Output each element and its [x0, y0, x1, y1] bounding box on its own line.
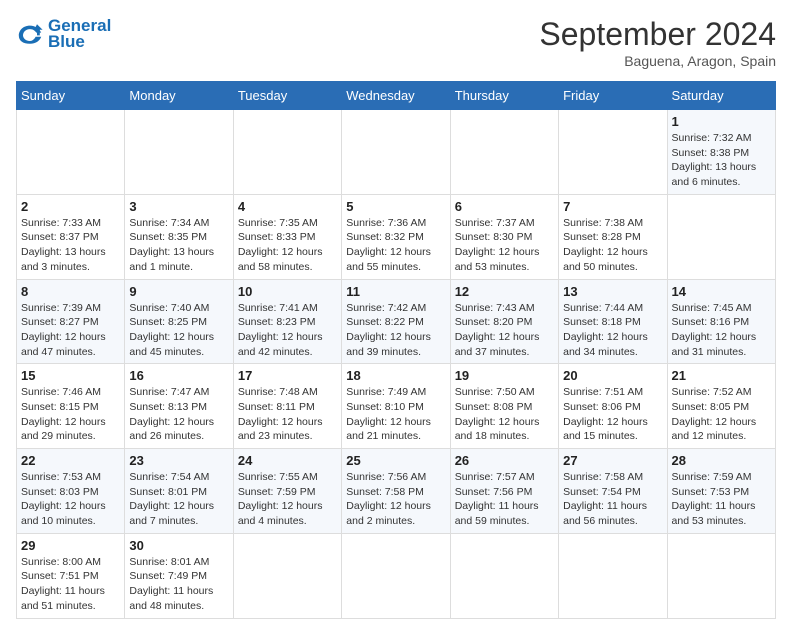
calendar-day: 24Sunrise: 7:55 AMSunset: 7:59 PMDayligh… — [233, 449, 341, 534]
calendar-day: 30Sunrise: 8:01 AMSunset: 7:49 PMDayligh… — [125, 533, 233, 618]
location: Baguena, Aragon, Spain — [539, 53, 776, 69]
logo-text: General Blue — [48, 16, 111, 52]
calendar-day: 22Sunrise: 7:53 AMSunset: 8:03 PMDayligh… — [17, 449, 125, 534]
calendar-day: 8Sunrise: 7:39 AMSunset: 8:27 PMDaylight… — [17, 279, 125, 364]
calendar-week: 22Sunrise: 7:53 AMSunset: 8:03 PMDayligh… — [17, 449, 776, 534]
calendar-week: 2Sunrise: 7:33 AMSunset: 8:37 PMDaylight… — [17, 194, 776, 279]
logo: General Blue — [16, 16, 111, 52]
calendar-day — [667, 533, 775, 618]
title-block: September 2024 Baguena, Aragon, Spain — [539, 16, 776, 69]
calendar-day: 21Sunrise: 7:52 AMSunset: 8:05 PMDayligh… — [667, 364, 775, 449]
col-header-friday: Friday — [559, 82, 667, 110]
calendar-day: 9Sunrise: 7:40 AMSunset: 8:25 PMDaylight… — [125, 279, 233, 364]
empty-cell — [450, 110, 558, 195]
calendar-day: 27Sunrise: 7:58 AMSunset: 7:54 PMDayligh… — [559, 449, 667, 534]
calendar-day — [667, 194, 775, 279]
calendar-day — [342, 533, 450, 618]
col-header-monday: Monday — [125, 82, 233, 110]
calendar-day: 3Sunrise: 7:34 AMSunset: 8:35 PMDaylight… — [125, 194, 233, 279]
calendar-day: 18Sunrise: 7:49 AMSunset: 8:10 PMDayligh… — [342, 364, 450, 449]
calendar-day: 25Sunrise: 7:56 AMSunset: 7:58 PMDayligh… — [342, 449, 450, 534]
calendar-week: 8Sunrise: 7:39 AMSunset: 8:27 PMDaylight… — [17, 279, 776, 364]
calendar-day: 26Sunrise: 7:57 AMSunset: 7:56 PMDayligh… — [450, 449, 558, 534]
col-header-thursday: Thursday — [450, 82, 558, 110]
calendar-day: 2Sunrise: 7:33 AMSunset: 8:37 PMDaylight… — [17, 194, 125, 279]
calendar-day: 10Sunrise: 7:41 AMSunset: 8:23 PMDayligh… — [233, 279, 341, 364]
header-row: SundayMondayTuesdayWednesdayThursdayFrid… — [17, 82, 776, 110]
calendar-day: 28Sunrise: 7:59 AMSunset: 7:53 PMDayligh… — [667, 449, 775, 534]
calendar-day: 12Sunrise: 7:43 AMSunset: 8:20 PMDayligh… — [450, 279, 558, 364]
calendar-day: 5Sunrise: 7:36 AMSunset: 8:32 PMDaylight… — [342, 194, 450, 279]
calendar-day: 11Sunrise: 7:42 AMSunset: 8:22 PMDayligh… — [342, 279, 450, 364]
calendar-day: 19Sunrise: 7:50 AMSunset: 8:08 PMDayligh… — [450, 364, 558, 449]
calendar-day: 4Sunrise: 7:35 AMSunset: 8:33 PMDaylight… — [233, 194, 341, 279]
calendar-day: 17Sunrise: 7:48 AMSunset: 8:11 PMDayligh… — [233, 364, 341, 449]
calendar-week: 1Sunrise: 7:32 AMSunset: 8:38 PMDaylight… — [17, 110, 776, 195]
calendar-week: 15Sunrise: 7:46 AMSunset: 8:15 PMDayligh… — [17, 364, 776, 449]
calendar-day: 1Sunrise: 7:32 AMSunset: 8:38 PMDaylight… — [667, 110, 775, 195]
col-header-tuesday: Tuesday — [233, 82, 341, 110]
col-header-wednesday: Wednesday — [342, 82, 450, 110]
calendar-day: 14Sunrise: 7:45 AMSunset: 8:16 PMDayligh… — [667, 279, 775, 364]
logo-icon — [16, 20, 44, 48]
calendar-day: 20Sunrise: 7:51 AMSunset: 8:06 PMDayligh… — [559, 364, 667, 449]
empty-cell — [125, 110, 233, 195]
calendar-day: 15Sunrise: 7:46 AMSunset: 8:15 PMDayligh… — [17, 364, 125, 449]
month-title: September 2024 — [539, 16, 776, 53]
calendar-day: 23Sunrise: 7:54 AMSunset: 8:01 PMDayligh… — [125, 449, 233, 534]
calendar-day: 13Sunrise: 7:44 AMSunset: 8:18 PMDayligh… — [559, 279, 667, 364]
empty-cell — [17, 110, 125, 195]
page-header: General Blue September 2024 Baguena, Ara… — [16, 16, 776, 69]
col-header-saturday: Saturday — [667, 82, 775, 110]
calendar-week: 29Sunrise: 8:00 AMSunset: 7:51 PMDayligh… — [17, 533, 776, 618]
calendar-day — [559, 533, 667, 618]
empty-cell — [559, 110, 667, 195]
calendar-table: SundayMondayTuesdayWednesdayThursdayFrid… — [16, 81, 776, 619]
calendar-day: 6Sunrise: 7:37 AMSunset: 8:30 PMDaylight… — [450, 194, 558, 279]
empty-cell — [233, 110, 341, 195]
col-header-sunday: Sunday — [17, 82, 125, 110]
calendar-day — [450, 533, 558, 618]
calendar-day: 16Sunrise: 7:47 AMSunset: 8:13 PMDayligh… — [125, 364, 233, 449]
calendar-day: 29Sunrise: 8:00 AMSunset: 7:51 PMDayligh… — [17, 533, 125, 618]
calendar-day: 7Sunrise: 7:38 AMSunset: 8:28 PMDaylight… — [559, 194, 667, 279]
calendar-day — [233, 533, 341, 618]
empty-cell — [342, 110, 450, 195]
